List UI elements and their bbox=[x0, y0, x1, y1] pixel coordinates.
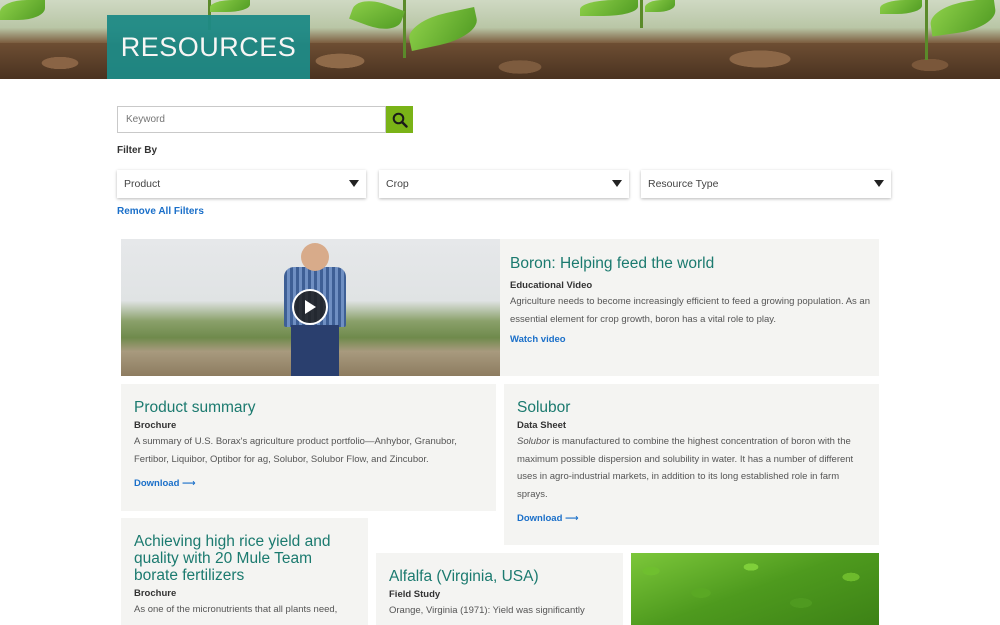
dropdown-label: Resource Type bbox=[648, 178, 719, 190]
seedling-leaf bbox=[880, 0, 922, 14]
seedling-stem bbox=[925, 0, 928, 60]
card-description: As one of the micronutrients that all pl… bbox=[134, 604, 338, 615]
card-resource-type: Brochure bbox=[134, 588, 177, 599]
dropdown-label: Product bbox=[124, 178, 161, 190]
download-link-label: Download bbox=[134, 478, 180, 489]
download-link[interactable]: Download ⟶ bbox=[517, 513, 579, 524]
play-video-button[interactable] bbox=[292, 289, 328, 325]
filter-by-label: Filter By bbox=[117, 145, 158, 156]
resource-type-filter-dropdown[interactable]: Resource Type bbox=[641, 170, 891, 198]
caret-down-icon bbox=[612, 180, 622, 187]
presenter-head bbox=[301, 243, 329, 271]
caret-down-icon bbox=[349, 180, 359, 187]
presenter-trousers bbox=[291, 325, 339, 376]
resource-card-solubor: Solubor Data Sheet Solubor is manufactur… bbox=[504, 384, 879, 545]
card-description: Agriculture needs to become increasingly… bbox=[510, 296, 870, 325]
hero-banner: RESOURCES bbox=[0, 0, 1000, 79]
card-title[interactable]: Achieving high rice yield and quality wi… bbox=[134, 533, 355, 584]
card-resource-type: Data Sheet bbox=[517, 420, 567, 431]
card-resource-type: Field Study bbox=[389, 589, 441, 600]
seedling-leaf bbox=[580, 0, 638, 16]
resource-card-rice: Achieving high rice yield and quality wi… bbox=[121, 518, 368, 625]
video-card-content: Boron: Helping feed the world Educationa… bbox=[510, 255, 870, 347]
resource-card-alfalfa: Alfalfa (Virginia, USA) Field Study Oran… bbox=[376, 553, 623, 625]
card-title[interactable]: Alfalfa (Virginia, USA) bbox=[389, 568, 610, 585]
seedling-leaf bbox=[210, 0, 250, 12]
page-title: RESOURCES bbox=[120, 31, 297, 62]
card-description-text: is manufactured to combine the highest c… bbox=[517, 436, 854, 500]
card-resource-type: Brochure bbox=[134, 420, 177, 431]
watch-video-link[interactable]: Watch video bbox=[510, 334, 566, 345]
seedling-stem bbox=[403, 0, 406, 58]
play-icon bbox=[305, 300, 316, 314]
card-description: Solubor is manufactured to combine the h… bbox=[517, 433, 866, 503]
seedling-leaf bbox=[645, 0, 675, 12]
keyword-search-input[interactable] bbox=[117, 106, 386, 133]
card-title[interactable]: Product summary bbox=[134, 399, 483, 416]
hero-title-box: RESOURCES bbox=[107, 15, 310, 79]
search-icon bbox=[392, 112, 408, 128]
seedling-stem bbox=[640, 0, 643, 28]
product-name-emphasis: Solubor bbox=[517, 436, 550, 447]
crop-filter-dropdown[interactable]: Crop bbox=[379, 170, 629, 198]
search-button[interactable] bbox=[386, 106, 413, 133]
card-title[interactable]: Solubor bbox=[517, 399, 866, 416]
product-filter-dropdown[interactable]: Product bbox=[117, 170, 366, 198]
arrow-right-icon: ⟶ bbox=[182, 478, 196, 489]
card-title[interactable]: Boron: Helping feed the world bbox=[510, 255, 870, 272]
seedling-leaf bbox=[928, 0, 998, 37]
caret-down-icon bbox=[874, 180, 884, 187]
arrow-right-icon: ⟶ bbox=[565, 513, 579, 524]
remove-all-filters-link[interactable]: Remove All Filters bbox=[117, 206, 204, 217]
resource-card-product-summary: Product summary Brochure A summary of U.… bbox=[121, 384, 496, 511]
card-description: A summary of U.S. Borax's agriculture pr… bbox=[134, 436, 457, 465]
card-resource-type: Educational Video bbox=[510, 280, 593, 291]
download-link-label: Download bbox=[517, 513, 563, 524]
seedling-leaf bbox=[0, 0, 45, 20]
download-link[interactable]: Download ⟶ bbox=[134, 478, 196, 489]
card-description: Orange, Virginia (1971): Yield was signi… bbox=[389, 605, 585, 616]
seedling-leaf bbox=[349, 0, 405, 36]
alfalfa-field-image[interactable] bbox=[631, 553, 879, 625]
dropdown-label: Crop bbox=[386, 178, 409, 190]
